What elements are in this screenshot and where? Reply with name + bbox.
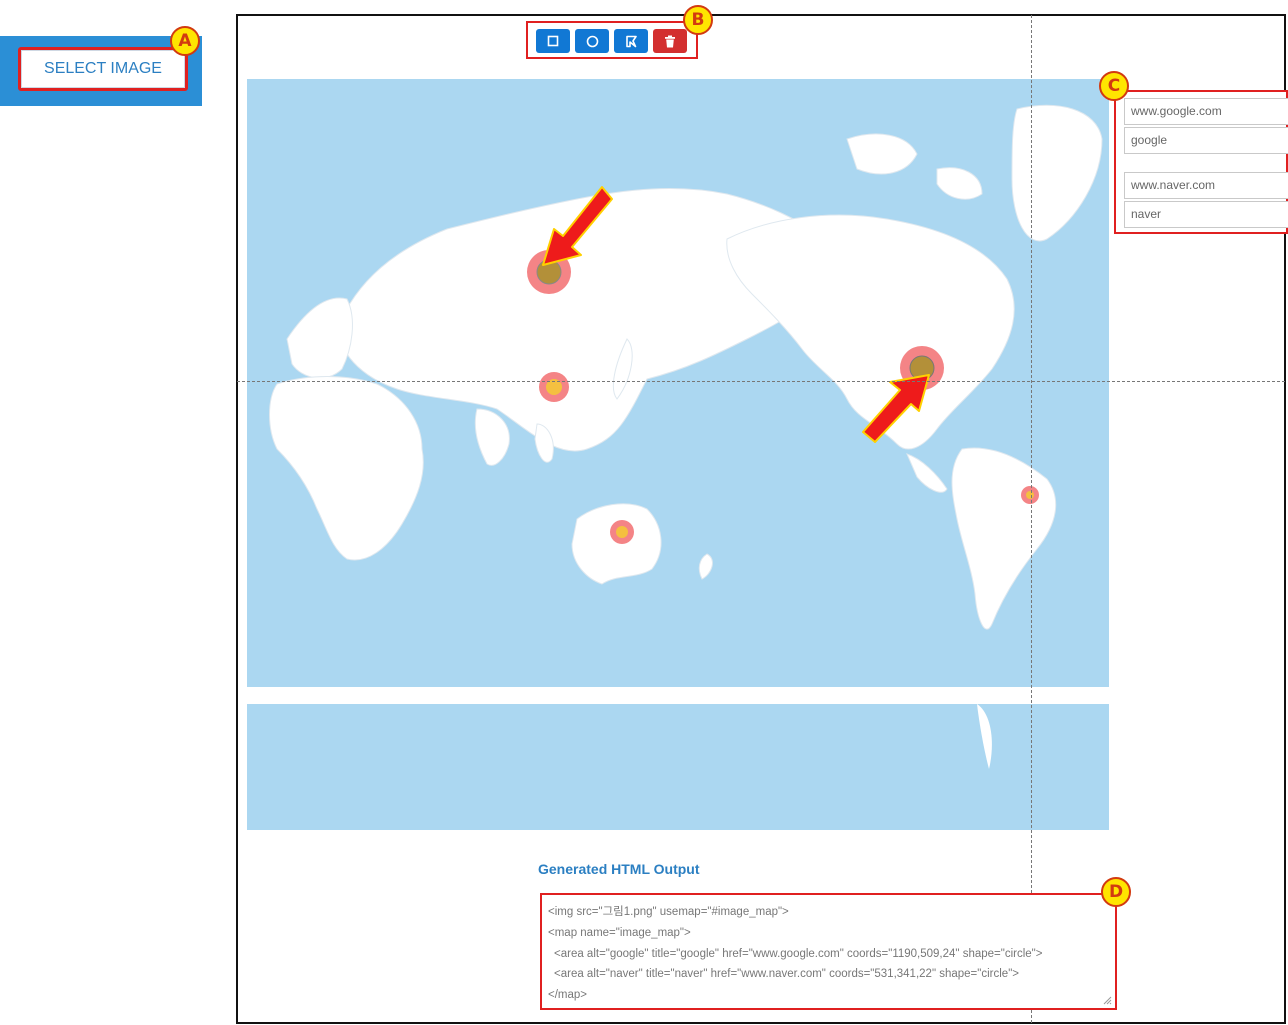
polygon-tool-button[interactable] (614, 29, 648, 53)
code-line: <area alt="google" title="google" href="… (554, 947, 1043, 960)
select-image-button[interactable]: SELECT IMAGE (18, 47, 188, 91)
badge-a: A (170, 26, 200, 56)
resize-handle-icon[interactable] (1102, 995, 1112, 1005)
antarctica-strip (977, 704, 992, 769)
badge-d: D (1101, 877, 1131, 907)
map-markers (527, 186, 1039, 544)
code-line: </map> (548, 989, 587, 1002)
html-output-textarea[interactable]: <img src="그림1.png" usemap="#image_map"> … (540, 893, 1117, 1010)
area-2-title-input[interactable]: naver (1124, 201, 1288, 228)
map-canvas[interactable] (247, 79, 1109, 687)
arrow-usa (862, 374, 930, 443)
badge-b: B (683, 5, 713, 35)
rectangle-tool-button[interactable] (536, 29, 570, 53)
marker-china (539, 372, 569, 402)
vertical-guide-line (1031, 15, 1032, 1023)
square-icon (547, 35, 559, 47)
area-2-url-input[interactable]: www.naver.com (1124, 172, 1288, 199)
circle-icon (586, 35, 598, 47)
badge-c: C (1099, 71, 1129, 101)
shape-toolbar (526, 21, 698, 59)
code-line: <map name="image_map"> (548, 926, 691, 939)
trash-icon (665, 35, 675, 47)
delete-tool-button[interactable] (653, 29, 687, 53)
code-line: <area alt="naver" title="naver" href="ww… (554, 968, 1019, 981)
horizontal-guide-line (237, 381, 1285, 382)
output-title: Generated HTML Output (538, 861, 700, 877)
arrow-russia (542, 186, 613, 266)
area-1-title-input[interactable]: google (1124, 127, 1288, 154)
code-line: <img src="그림1.png" usemap="#image_map"> (548, 906, 789, 918)
marker-brazil (1021, 486, 1039, 504)
area-inputs-panel: www.google.com google www.naver.com nave… (1114, 90, 1288, 234)
area-1-url-input[interactable]: www.google.com (1124, 98, 1288, 125)
marker-australia (610, 520, 634, 544)
circle-tool-button[interactable] (575, 29, 609, 53)
polygon-icon (625, 35, 637, 47)
map-canvas-lower (247, 704, 1109, 830)
